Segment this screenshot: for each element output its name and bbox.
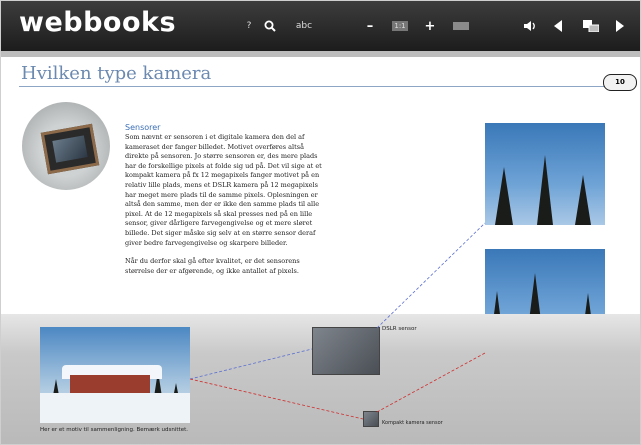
page-layout-button[interactable] — [580, 1, 602, 51]
dslr-sensor-label: DSLR sensor — [382, 326, 417, 332]
sensor-chip — [40, 123, 100, 175]
zoom-in-button[interactable]: + — [423, 1, 437, 51]
title-rule — [19, 86, 609, 87]
next-page-icon — [616, 20, 624, 32]
prev-page-icon — [554, 20, 562, 32]
zoom-level: 1:1 — [392, 21, 408, 31]
figure-caption: Her er et motiv til sammenligning. Bemær… — [40, 427, 189, 433]
dslr-sensor-box — [312, 327, 380, 375]
page-layout-icon — [583, 20, 599, 32]
winter-house-photo — [40, 327, 190, 423]
page-title: Hvilken type kamera — [21, 63, 212, 84]
article-paragraph: Som nævnt er sensoren i et digitale kame… — [125, 133, 322, 247]
app-logo[interactable]: webbooks — [19, 7, 176, 38]
search-icon — [264, 20, 276, 32]
text-tool-button[interactable]: abc — [289, 1, 319, 51]
compact-sensor-box — [363, 411, 379, 427]
view-mode-icon — [453, 22, 469, 30]
article-paragraph: Når du derfor skal gå efter kvalitet, er… — [125, 257, 300, 275]
audio-button[interactable] — [520, 1, 540, 51]
zoom-reset-button[interactable]: 1:1 — [389, 1, 411, 51]
dslr-crop-photo — [485, 123, 605, 225]
sensor-image — [22, 102, 110, 190]
toolbar-divider — [1, 51, 640, 57]
page-number-tab[interactable]: 10 — [603, 74, 637, 91]
article-body: Som nævnt er sensoren i et digitale kame… — [125, 133, 325, 285]
article-heading: Sensorer — [125, 123, 161, 132]
speaker-icon — [524, 21, 535, 31]
dslr-connector-to-photo — [376, 222, 486, 329]
prev-page-button[interactable] — [550, 1, 566, 51]
zoom-out-button[interactable]: – — [363, 1, 377, 51]
webbooks-viewer: webbooks ? abc – 1:1 + Hvilken type kame… — [0, 0, 641, 445]
compact-sensor-label: Kompakt kamera sensor — [382, 420, 443, 426]
view-mode-button[interactable] — [450, 1, 472, 51]
help-button[interactable]: ? — [242, 1, 256, 51]
toolbar: webbooks ? abc – 1:1 + — [1, 1, 640, 51]
next-page-button[interactable] — [612, 1, 628, 51]
search-button[interactable] — [260, 1, 280, 51]
